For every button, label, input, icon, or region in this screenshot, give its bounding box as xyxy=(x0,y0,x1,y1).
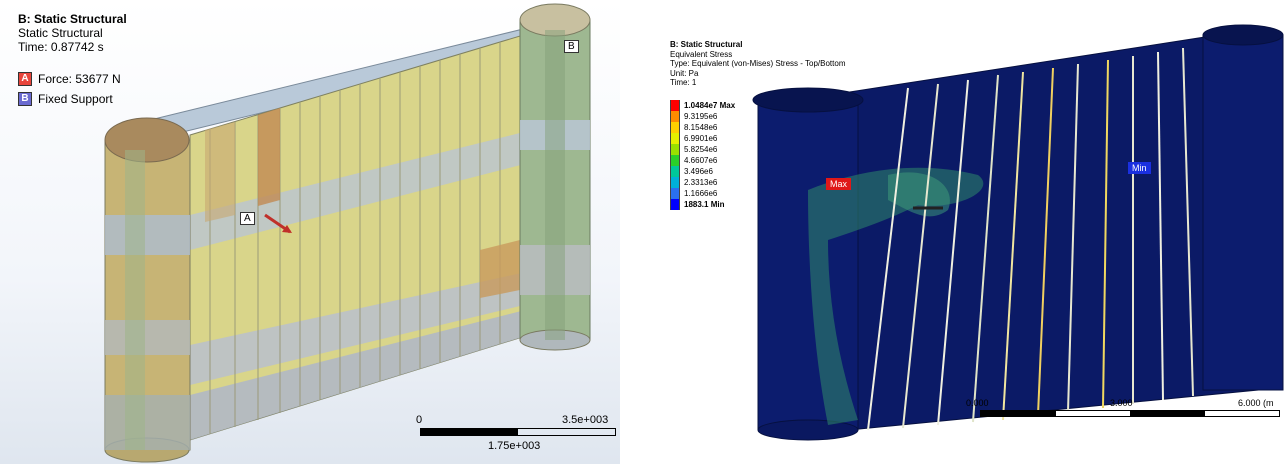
scale-bar xyxy=(420,428,616,436)
contour-level: 5.8254e6 xyxy=(670,144,735,155)
contour-level: 1883.1 Min xyxy=(670,199,735,210)
results-viewport[interactable]: B: Static Structural Equivalent Stress T… xyxy=(658,0,1286,464)
result-line-1: Equivalent Stress xyxy=(670,49,733,59)
legend-label-support: Fixed Support xyxy=(38,92,113,106)
analysis-time: Time: 0.87742 s xyxy=(18,40,104,54)
marker-b[interactable]: B xyxy=(564,40,579,53)
contour-level: 3.496e6 xyxy=(670,166,735,177)
result-title: B: Static Structural xyxy=(670,40,743,49)
marker-a[interactable]: A xyxy=(240,212,255,225)
min-probe[interactable]: Min xyxy=(1128,162,1151,174)
legend-label-force: Force: 53677 N xyxy=(38,72,121,86)
result-scale-end: 6.000 (m xyxy=(1238,398,1274,408)
contour-level: 9.3195e6 xyxy=(670,111,735,122)
max-probe[interactable]: Max xyxy=(826,178,852,190)
contour-level: 4.6607e6 xyxy=(670,155,735,166)
result-line-4: Time: 1 xyxy=(670,78,697,87)
scale-mid: 1.75e+003 xyxy=(488,440,541,452)
result-scale-bar xyxy=(980,410,1280,417)
contour-level: 8.1548e6 xyxy=(670,122,735,133)
scale-end: 3.5e+003 xyxy=(562,414,609,426)
left-info-block: B: Static Structural Static Structural T… xyxy=(18,12,127,106)
contour-legend[interactable]: 1.0484e7 Max 9.3195e6 8.1548e6 6.9901e6 … xyxy=(670,100,735,210)
result-scale-start: 0.000 xyxy=(966,398,989,408)
analysis-title: B: Static Structural xyxy=(18,12,127,26)
result-line-2: Type: Equivalent (von-Mises) Stress - To… xyxy=(670,59,846,68)
contour-level: 6.9901e6 xyxy=(670,133,735,144)
legend-item-force[interactable]: A Force: 53677 N xyxy=(18,72,127,86)
analysis-subtitle: Static Structural xyxy=(18,26,103,40)
contour-level: 1.1666e6 xyxy=(670,188,735,199)
result-scale-mid: 3.000 xyxy=(1110,398,1133,408)
legend-key-a: A xyxy=(18,72,32,86)
legend-key-b: B xyxy=(18,92,32,106)
contour-level: 2.3313e6 xyxy=(670,177,735,188)
right-info-block: B: Static Structural Equivalent Stress T… xyxy=(670,40,845,88)
geometry-viewport[interactable]: B: Static Structural Static Structural T… xyxy=(0,0,620,464)
result-line-3: Unit: Pa xyxy=(670,68,699,78)
contour-level: 1.0484e7 Max xyxy=(670,100,735,111)
legend-item-support[interactable]: B Fixed Support xyxy=(18,92,127,106)
scale-start: 0 xyxy=(416,414,423,426)
